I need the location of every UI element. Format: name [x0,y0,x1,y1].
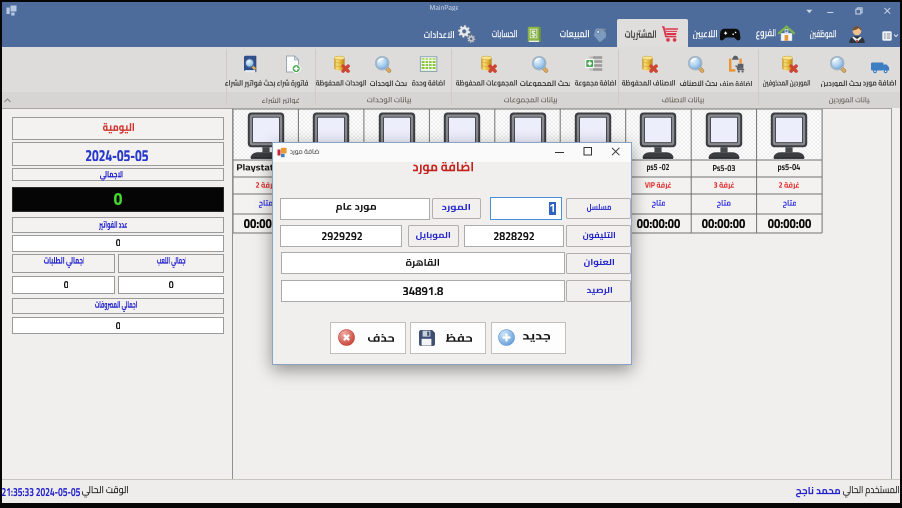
svg-text:$: $ [531,29,536,38]
